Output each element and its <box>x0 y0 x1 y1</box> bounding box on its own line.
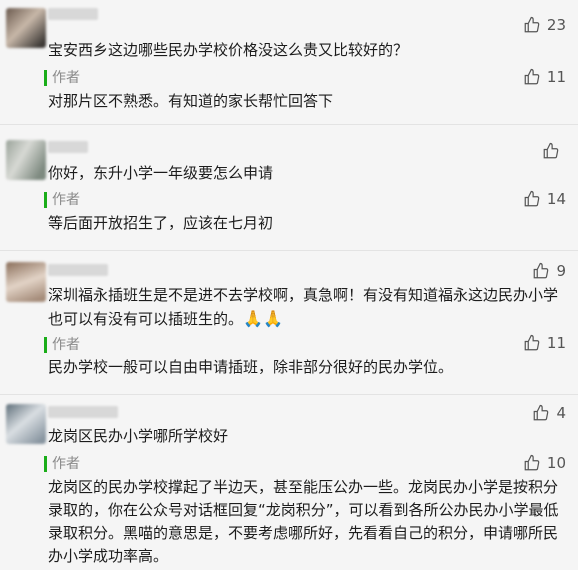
thumbs-up-icon <box>534 404 549 421</box>
nickname-blurred <box>48 141 88 153</box>
divider <box>0 394 578 395</box>
author-like-button[interactable]: 11 <box>523 68 566 86</box>
like-button[interactable]: 4 <box>532 404 566 422</box>
like-button[interactable]: 23 <box>523 16 566 34</box>
like-button[interactable] <box>542 142 566 160</box>
thumbs-up-icon <box>543 142 559 159</box>
comment-text: 龙岗区民办小学哪所学校好 <box>48 427 229 445</box>
author-reply-header: 作者 <box>44 452 568 474</box>
author-like-count: 11 <box>546 334 566 352</box>
nickname-blurred <box>48 8 98 20</box>
author-like-count: 14 <box>546 190 566 208</box>
like-count: 9 <box>556 262 566 280</box>
author-reply-text: 民办学校一般可以自由申请插班，除非部分很好的民办学位。 <box>48 358 454 376</box>
nickname-blurred <box>48 264 108 276</box>
comment-text: 你好，东升小学一年级要怎么申请 <box>48 164 274 182</box>
thumbs-up-icon <box>524 68 540 85</box>
comment-item: 4 龙岗区民办小学哪所学校好 作者 10 龙岗区的民办学校撑起了半边天，甚至能压… <box>0 398 578 570</box>
author-label: 作者 <box>52 456 80 472</box>
avatar[interactable] <box>6 140 46 180</box>
divider <box>0 124 578 125</box>
author-indicator-bar <box>44 70 47 86</box>
nickname-blurred <box>48 406 118 418</box>
comment-text: 深圳福永插班生是不是进不去学校啊，真急啊！有没有知道福永这边民办小学也可以有没有… <box>48 284 570 331</box>
author-reply-header: 作者 <box>44 333 568 355</box>
comment-item: 9 深圳福永插班生是不是进不去学校啊，真急啊！有没有知道福永这边民办小学也可以有… <box>0 256 578 396</box>
author-like-button[interactable]: 11 <box>523 334 566 352</box>
like-count: 23 <box>546 16 566 34</box>
author-like-button[interactable]: 10 <box>523 454 566 472</box>
author-indicator-bar <box>44 192 47 208</box>
like-button[interactable]: 9 <box>532 262 566 280</box>
author-reply-text: 龙岗区的民办学校撑起了半边天，甚至能压公办一些。龙岗民办小学是按积分录取的，你在… <box>48 478 559 565</box>
author-like-button[interactable]: 14 <box>523 190 566 208</box>
author-label: 作者 <box>52 337 80 353</box>
author-indicator-bar <box>44 337 47 353</box>
author-reply-text: 对那片区不熟悉。有知道的家长帮忙回答下 <box>48 92 334 110</box>
author-like-count: 11 <box>546 68 566 86</box>
comment-item: 23 宝安西乡这边哪些民办学校价格没这么贵又比较好的？ 作者 11 对那片区不熟… <box>0 0 578 124</box>
praying-hands-emoji: 🙏🙏 <box>243 309 283 328</box>
comment-item: 你好，东升小学一年级要怎么申请 作者 14 等后面开放招生了，应该在七月初 <box>0 132 578 244</box>
author-reply-text: 等后面开放招生了，应该在七月初 <box>48 214 274 232</box>
comment-text: 宝安西乡这边哪些民办学校价格没这么贵又比较好的？ <box>48 41 409 59</box>
author-like-count: 10 <box>546 454 566 472</box>
avatar[interactable] <box>6 8 46 48</box>
author-reply-header: 作者 <box>44 66 568 88</box>
thumbs-up-icon <box>524 454 540 471</box>
author-reply-header: 作者 <box>44 188 568 210</box>
thumbs-up-icon <box>534 262 549 279</box>
author-indicator-bar <box>44 456 47 472</box>
avatar[interactable] <box>6 262 46 302</box>
comment-text-body: 深圳福永插班生是不是进不去学校啊，真急啊！有没有知道福永这边民办小学也可以有没有… <box>48 286 559 328</box>
like-count: 4 <box>556 404 566 422</box>
author-label: 作者 <box>52 192 80 208</box>
thumbs-up-icon <box>524 16 540 33</box>
thumbs-up-icon <box>524 334 540 351</box>
avatar[interactable] <box>6 404 46 444</box>
author-label: 作者 <box>52 70 80 86</box>
divider <box>0 250 578 251</box>
thumbs-up-icon <box>524 190 540 207</box>
